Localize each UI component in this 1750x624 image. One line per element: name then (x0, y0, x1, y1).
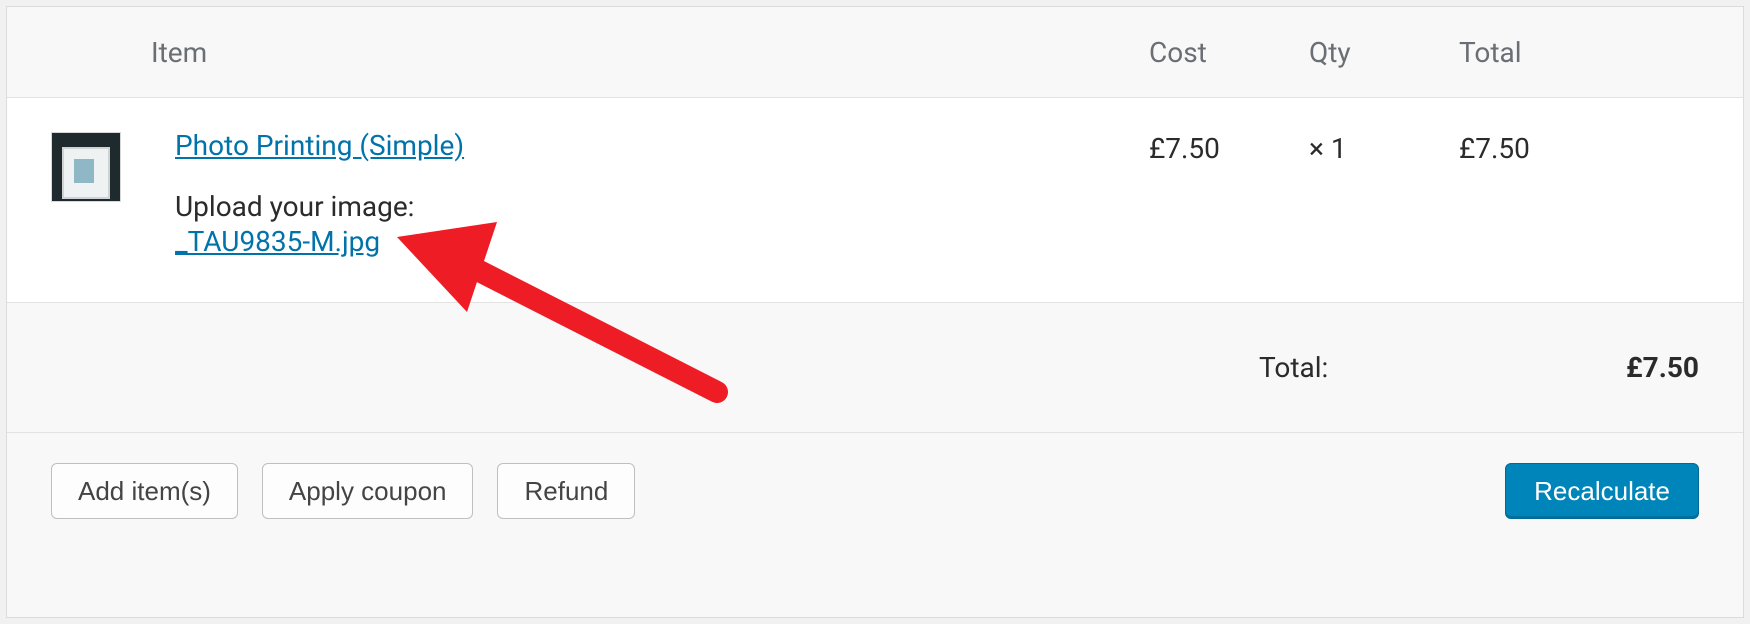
order-totals-row: Total: £7.50 (7, 303, 1743, 433)
apply-coupon-button[interactable]: Apply coupon (262, 463, 474, 519)
table-row: Photo Printing (Simple) Upload your imag… (7, 97, 1743, 303)
add-item-button[interactable]: Add item(s) (51, 463, 238, 519)
refund-button[interactable]: Refund (497, 463, 635, 519)
col-header-item: Item (151, 36, 1149, 69)
order-items-panel: Item Cost Qty Total Photo Printing (Simp… (6, 6, 1744, 618)
item-qty: × 1 (1309, 128, 1459, 258)
product-thumbnail[interactable] (51, 132, 121, 202)
table-header: Item Cost Qty Total (7, 7, 1743, 97)
upload-meta-label: Upload your image: (175, 190, 1149, 223)
item-cost: £7.50 (1149, 128, 1309, 258)
order-actions-row: Add item(s) Apply coupon Refund Recalcul… (7, 433, 1743, 519)
uploaded-file-link[interactable]: _TAU9835-M.jpg (175, 225, 380, 258)
item-total: £7.50 (1459, 128, 1699, 258)
order-total-label: Total: (1259, 351, 1559, 384)
order-total-value: £7.50 (1559, 351, 1699, 384)
recalculate-button[interactable]: Recalculate (1505, 463, 1699, 519)
col-header-qty: Qty (1309, 36, 1459, 69)
product-name-link[interactable]: Photo Printing (Simple) (175, 128, 464, 164)
col-header-cost: Cost (1149, 36, 1309, 69)
col-header-total: Total (1459, 36, 1699, 69)
